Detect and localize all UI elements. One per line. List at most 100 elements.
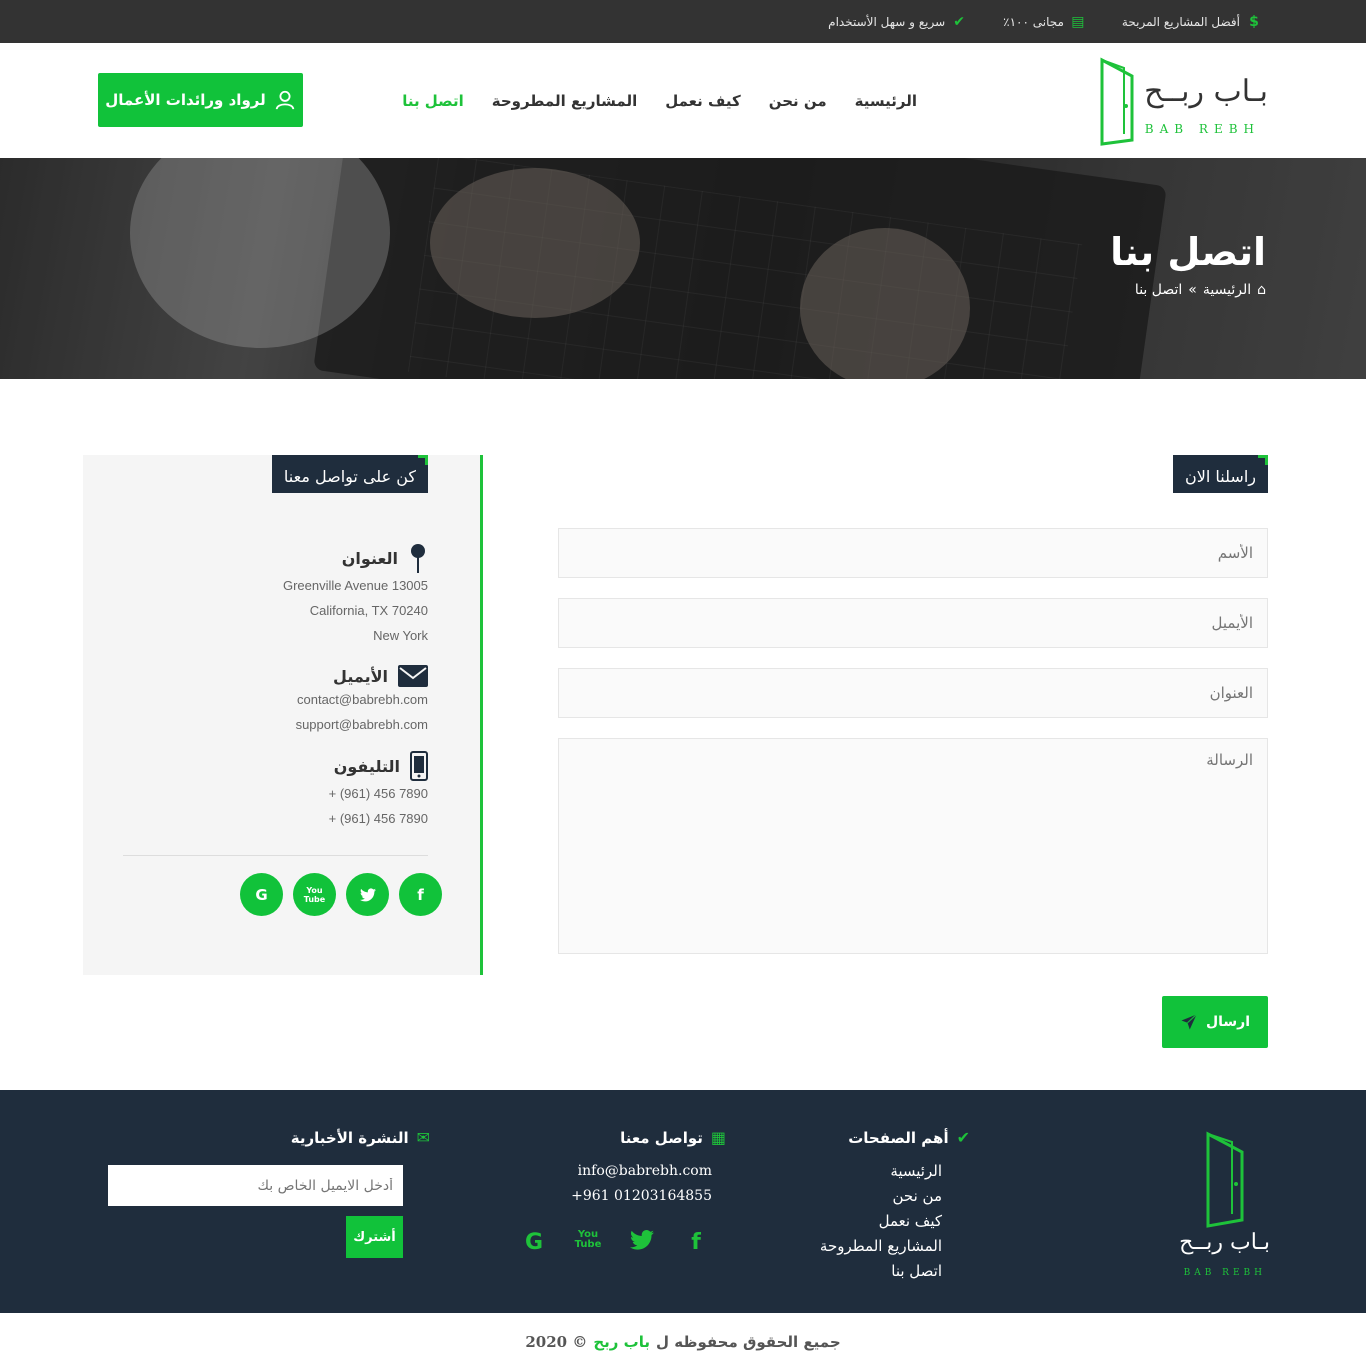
breadcrumb-separator: »: [1188, 282, 1197, 298]
footer-newsletter-title: النشرة الأخبارية: [290, 1128, 409, 1147]
footer-logo-text-ar: بـاب ربــح: [1179, 1230, 1270, 1255]
logo-text-ar: بـاب ربــح: [1144, 74, 1268, 109]
topbar-item-label: أفضل المشاريع المربحة: [1121, 14, 1240, 29]
email-field[interactable]: [558, 598, 1268, 648]
footer-contact: ▦ تواصل معنا info@babrebh.com +961 01203…: [571, 1128, 726, 1209]
topbar-item-easy: ✔ سريع و سهل الأستخدام: [828, 14, 967, 30]
copyright-bar: جميع الحقوق محفوظه ل باب ربح © 2020: [0, 1313, 1366, 1371]
twitter-icon[interactable]: [628, 1230, 656, 1256]
nav-item-contact[interactable]: اتصل بنا: [402, 92, 464, 110]
footer-logo-text-en: BAB REBH: [1183, 1268, 1266, 1278]
address-label: العنوان: [341, 548, 398, 568]
google-icon[interactable]: G: [520, 1230, 548, 1256]
check-circle-icon: ✔: [956, 1128, 970, 1147]
address-line: California, TX 70240: [309, 603, 428, 618]
name-field[interactable]: [558, 528, 1268, 578]
footer-pages: ✔ أهم الصفحات الرئيسية من نحن كيف نعمل ا…: [820, 1128, 970, 1284]
contact-info-box: كن على تواصل معنا العنوان Greenville Ave…: [83, 455, 483, 975]
pin-icon: [411, 544, 425, 573]
qr-code-icon: ▦: [710, 1128, 726, 1147]
email-label: الأيميل: [333, 666, 388, 686]
youtube-icon[interactable]: You Tube: [574, 1230, 602, 1256]
envelope-icon: [398, 665, 428, 687]
site-logo[interactable]: بـاب ربــح BAB REBH: [1098, 56, 1268, 148]
send-button[interactable]: ارسال: [1162, 996, 1268, 1048]
send-button-label: ارسال: [1205, 1014, 1251, 1030]
nav-item-projects[interactable]: المشاريع المطروحة: [492, 92, 637, 110]
home-icon: ⌂: [1257, 282, 1266, 298]
message-field[interactable]: [558, 738, 1268, 954]
newsletter-email-input[interactable]: [108, 1165, 403, 1206]
topbar-item-label: سريع و سهل الأستخدام: [828, 14, 946, 29]
entrepreneurs-button[interactable]: لرواد ورائدات الأعمال: [98, 73, 303, 127]
dollar-icon: $: [1249, 13, 1259, 30]
topbar-item-profitable: $ أفضل المشاريع المربحة: [1122, 14, 1262, 30]
copyright-year: © 2020: [525, 1333, 588, 1351]
facebook-icon[interactable]: f: [399, 873, 442, 916]
footer-email[interactable]: info@babrebh.com: [571, 1159, 712, 1184]
main-nav: الرئيسية من نحن كيف نعمل المشاريع المطرو…: [402, 43, 917, 158]
address-block: العنوان Greenville Avenue 13005 Californ…: [283, 543, 428, 648]
check-circle-icon: ✔: [953, 13, 965, 30]
phone-line: + (961) 456 7890: [328, 811, 428, 826]
page-hero: اتصل بنا ⌂ الرئيسية » اتصل بنا: [0, 158, 1366, 379]
paper-plane-icon: [1181, 1014, 1197, 1030]
user-icon: [275, 90, 294, 110]
phone-line: + (961) 456 7890: [328, 786, 428, 801]
footer-newsletter: ✉ النشرة الأخبارية: [291, 1128, 430, 1159]
footer-pages-heading: ✔ أهم الصفحات: [820, 1128, 970, 1147]
breadcrumb-home[interactable]: الرئيسية: [1203, 282, 1251, 298]
divider: [123, 855, 428, 856]
email-line[interactable]: support@babrebh.com: [296, 712, 428, 737]
copyright-brand[interactable]: باب ربح: [593, 1333, 650, 1351]
footer-contact-title: تواصل معنا: [620, 1128, 703, 1147]
footer-link-how[interactable]: كيف نعمل: [820, 1209, 942, 1234]
logo-text-en: BAB REBH: [1144, 122, 1260, 136]
footer-social-links: G You Tube f: [520, 1230, 710, 1256]
nav-item-how-we-work[interactable]: كيف نعمل: [665, 92, 740, 110]
money-icon: ▤: [1071, 13, 1085, 30]
twitter-icon[interactable]: [346, 873, 389, 916]
youtube-icon[interactable]: You Tube: [293, 873, 336, 916]
mobile-icon: [410, 751, 428, 781]
topbar-item-free: ▤ مجانى ١٠٠٪: [1003, 14, 1086, 30]
email-block: الأيميل contact@babrebh.com support@babr…: [296, 665, 428, 737]
phone-heading: التليفون: [329, 751, 428, 781]
entrepreneurs-button-label: لرواد ورائدات الأعمال: [105, 91, 266, 109]
door-logo-icon: [1100, 57, 1134, 146]
topbar-item-label: مجانى ١٠٠٪: [1003, 14, 1064, 29]
address-field[interactable]: [558, 668, 1268, 718]
footer-phone: +961 01203164855: [571, 1188, 712, 1204]
form-title: راسلنا الان: [1173, 455, 1268, 493]
top-bar: $ أفضل المشاريع المربحة ▤ مجانى ١٠٠٪ ✔ س…: [0, 0, 1366, 43]
facebook-icon[interactable]: f: [682, 1230, 710, 1256]
nav-item-about[interactable]: من نحن: [769, 92, 827, 110]
site-header: بـاب ربــح BAB REBH الرئيسية من نحن كيف …: [0, 43, 1366, 158]
footer-newsletter-heading: ✉ النشرة الأخبارية: [291, 1128, 430, 1147]
footer-contact-heading: ▦ تواصل معنا: [571, 1128, 726, 1147]
page-title: اتصل بنا: [1110, 230, 1266, 274]
footer-link-about[interactable]: من نحن: [820, 1184, 943, 1209]
phone-label: التليفون: [333, 756, 400, 776]
copyright-prefix: جميع الحقوق محفوظه ل: [656, 1333, 841, 1351]
footer-link-contact[interactable]: اتصل بنا: [820, 1259, 942, 1284]
phone-block: التليفون + (961) 456 7890 + (961) 456 78…: [329, 751, 428, 831]
footer-link-home[interactable]: الرئيسية: [820, 1159, 942, 1184]
address-line: New York: [373, 628, 428, 643]
door-logo-icon: [1206, 1131, 1244, 1228]
footer-link-projects[interactable]: المشاريع المطروحة: [820, 1234, 942, 1259]
footer-logo[interactable]: بـاب ربــح BAB REBH: [1179, 1130, 1270, 1280]
breadcrumb-current: اتصل بنا: [1134, 282, 1183, 298]
site-footer: بـاب ربــح BAB REBH ✔ أهم الصفحات الرئيس…: [0, 1090, 1366, 1313]
email-heading: الأيميل: [296, 665, 428, 687]
email-line[interactable]: contact@babrebh.com: [296, 687, 428, 712]
footer-pages-title: أهم الصفحات: [848, 1128, 949, 1147]
envelope-icon: ✉: [416, 1128, 430, 1147]
breadcrumb: ⌂ الرئيسية » اتصل بنا: [1135, 282, 1266, 298]
contact-info-title: كن على تواصل معنا: [271, 455, 429, 493]
nav-item-home[interactable]: الرئيسية: [855, 92, 917, 110]
subscribe-button[interactable]: أشترك: [346, 1216, 403, 1258]
social-links: f You Tube G: [240, 873, 442, 916]
address-heading: العنوان: [283, 543, 428, 573]
google-icon[interactable]: G: [240, 873, 283, 916]
